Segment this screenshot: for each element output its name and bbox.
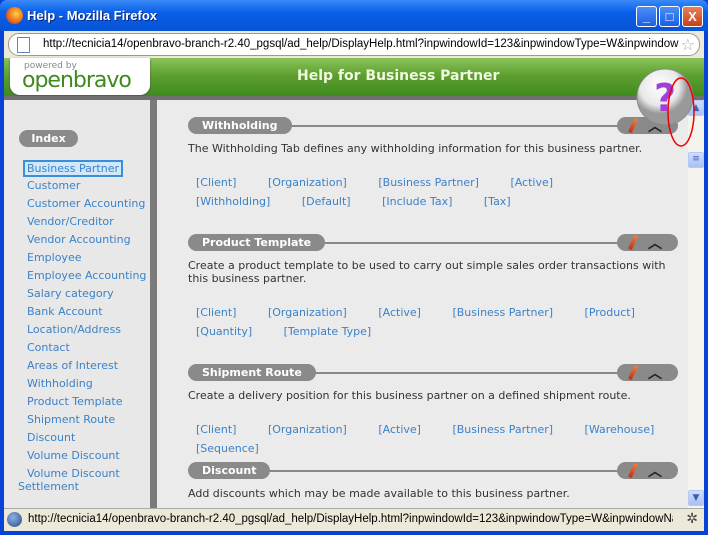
index-heading: Index (19, 130, 78, 147)
field-link[interactable]: [Product] (585, 306, 635, 319)
sidebar-item-location-address[interactable]: Location/Address (27, 323, 121, 336)
field-link[interactable]: [Active] (378, 423, 421, 436)
sidebar-item-customer-accounting[interactable]: Customer Accounting (27, 197, 145, 210)
status-bar: http://tecnicia14/openbravo-branch-r2.40… (4, 508, 704, 531)
sidebar-item-withholding[interactable]: Withholding (27, 377, 93, 390)
sidebar-item-volume-discount[interactable]: Volume Discount (27, 449, 120, 462)
openbravo-logo: powered by openbravo (10, 58, 150, 95)
sidebar-item-product-template[interactable]: Product Template (27, 395, 122, 408)
vertical-scrollbar[interactable]: ▲ ≡ ▼ (688, 100, 704, 508)
sidebar-item-customer[interactable]: Customer (27, 179, 80, 192)
status-text: http://tecnicia14/openbravo-branch-r2.40… (28, 513, 673, 525)
sidebar-item-areas-of-interest[interactable]: Areas of Interest (27, 359, 118, 372)
sidebar-item-vendor-creditor[interactable]: Vendor/Creditor (27, 215, 114, 228)
red-annotation-ellipse (667, 77, 695, 147)
pencil-icon[interactable] (628, 462, 638, 479)
section-header: Product Template ︿ (188, 233, 678, 253)
scroll-thumb[interactable]: ≡ (688, 152, 704, 168)
logo-text: openbravo (22, 68, 132, 93)
minimize-button[interactable]: _ (636, 6, 657, 27)
sidebar-item-vendor-accounting[interactable]: Vendor Accounting (27, 233, 131, 246)
help-content: Withholding ︿ The Withholding Tab defines … (157, 100, 688, 508)
section-description: The Withholding Tab defines any withhold… (188, 142, 643, 155)
field-link[interactable]: [Active] (510, 176, 553, 189)
item-label: Settlement (18, 480, 79, 493)
section-tools: ︿ (617, 233, 678, 253)
sidebar-splitter[interactable] (150, 100, 157, 508)
field-link[interactable]: [Withholding] (196, 195, 270, 208)
field-link[interactable]: [Business Partner] (452, 423, 553, 436)
index-sidebar: Index Business Partner Customer Customer A… (4, 100, 150, 508)
section-description: Create a product template to be used to … (188, 259, 666, 285)
navigation-toolbar: http://tecnicia14/openbravo-branch-r2.40… (4, 31, 704, 58)
title-bar: Help - Mozilla Firefox _ □ X (0, 0, 708, 31)
field-link[interactable]: [Client] (196, 176, 236, 189)
sidebar-item-volume-discount-settlement[interactable]: Volume Discount Settlement (18, 467, 120, 493)
scroll-down-button[interactable]: ▼ (688, 490, 704, 506)
field-link[interactable]: [Active] (378, 306, 421, 319)
field-link[interactable]: [Organization] (268, 423, 347, 436)
field-link[interactable]: [Business Partner] (452, 306, 553, 319)
field-link[interactable]: [Tax] (484, 195, 511, 208)
section-description: Add discounts which may be made availabl… (188, 487, 570, 500)
sidebar-item-discount[interactable]: Discount (27, 431, 75, 444)
field-links: [Client] [Organization] [Active] [Busine… (188, 303, 678, 341)
sidebar-item-contact[interactable]: Contact (27, 341, 70, 354)
section-title: Withholding (188, 117, 292, 134)
field-link[interactable]: [Quantity] (196, 325, 252, 338)
sidebar-item-shipment-route[interactable]: Shipment Route (27, 413, 115, 426)
section-tools: ︿ (617, 363, 678, 383)
field-link[interactable]: [Client] (196, 423, 236, 436)
section-tools: ︿ (617, 461, 678, 481)
field-links: [Client] [Organization] [Business Partne… (188, 173, 678, 211)
field-link[interactable]: [Organization] (268, 306, 347, 319)
section-header: Withholding ︿ (188, 117, 678, 135)
section-description: Create a delivery position for this busi… (188, 389, 631, 402)
sidebar-item-employee[interactable]: Employee (27, 251, 81, 264)
field-link[interactable]: [Sequence] (196, 442, 259, 455)
page-icon (17, 37, 30, 53)
section-header: Shipment Route ︿ (188, 363, 678, 383)
section-rule (268, 125, 628, 127)
bookmark-star-icon[interactable]: ☆ (681, 35, 695, 54)
close-button[interactable]: X (682, 6, 703, 27)
window-title: Help - Mozilla Firefox (27, 8, 158, 23)
maximize-button[interactable]: □ (659, 6, 680, 27)
section-rule (268, 372, 628, 374)
globe-icon (7, 512, 22, 527)
section-title: Discount (188, 462, 271, 479)
bug-icon[interactable]: ✲ (686, 511, 698, 527)
sidebar-item-business-partner[interactable]: Business Partner (23, 160, 123, 177)
url-text[interactable]: http://tecnicia14/openbravo-branch-r2.40… (43, 38, 679, 50)
pencil-icon[interactable] (628, 234, 638, 251)
section-header: Discount ︿ (188, 461, 678, 481)
item-label: Volume Discount (27, 467, 120, 480)
firefox-icon (6, 7, 23, 24)
field-links: [Client] [Organization] [Active] [Busine… (188, 420, 678, 458)
field-link[interactable]: [Template Type] (284, 325, 372, 338)
section-title: Product Template (188, 234, 326, 251)
page-title: Help for Business Partner (297, 68, 500, 84)
field-link[interactable]: [Include Tax] (382, 195, 452, 208)
section-title: Shipment Route (188, 364, 316, 381)
page-header: powered by openbravo Help for Business P… (4, 58, 704, 96)
field-link[interactable]: [Client] (196, 306, 236, 319)
url-field[interactable]: http://tecnicia14/openbravo-branch-r2.40… (8, 33, 700, 56)
pencil-icon[interactable] (628, 364, 638, 381)
section-rule (268, 470, 628, 472)
sidebar-item-bank-account[interactable]: Bank Account (27, 305, 103, 318)
field-link[interactable]: [Organization] (268, 176, 347, 189)
field-link[interactable]: [Warehouse] (585, 423, 655, 436)
chevron-up-icon[interactable]: ︿ (648, 363, 662, 383)
sidebar-item-employee-accounting[interactable]: Employee Accounting (27, 269, 146, 282)
field-link[interactable]: [Business Partner] (378, 176, 479, 189)
sidebar-item-salary-category[interactable]: Salary category (27, 287, 114, 300)
chevron-up-icon[interactable]: ︿ (648, 461, 662, 481)
field-link[interactable]: [Default] (302, 195, 351, 208)
chevron-up-icon[interactable]: ︿ (648, 233, 662, 253)
